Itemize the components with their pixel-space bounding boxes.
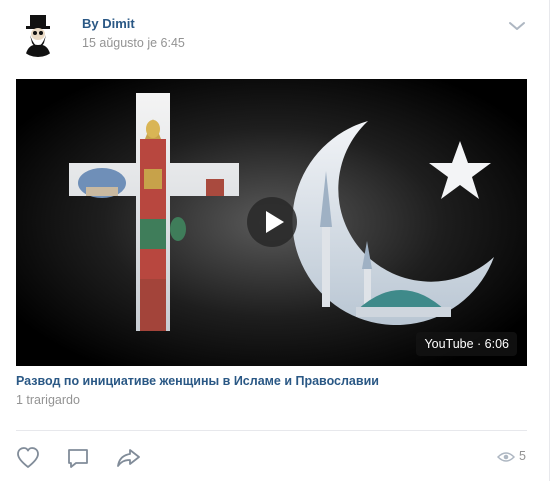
heart-icon [17, 447, 39, 468]
like-button[interactable] [14, 444, 42, 472]
divider [16, 430, 527, 431]
video-player[interactable]: YouTube · 6:06 [16, 79, 527, 366]
chevron-down-icon[interactable] [506, 18, 528, 34]
views-count: 5 [519, 449, 526, 463]
video-title-link[interactable]: Развод по инициативе женщины в Исламе и … [16, 374, 379, 388]
play-icon [266, 211, 284, 233]
comment-icon [68, 449, 88, 468]
share-button[interactable] [114, 444, 142, 472]
column-border [549, 0, 550, 481]
video-duration-badge: YouTube · 6:06 [416, 332, 517, 356]
comment-button[interactable] [64, 444, 92, 472]
play-button[interactable] [247, 197, 297, 247]
author-avatar[interactable] [16, 13, 60, 57]
eye-icon [496, 450, 516, 464]
share-icon [117, 449, 140, 467]
post-date[interactable]: 15 aŭgusto je 6:45 [82, 36, 185, 50]
avatar-image [16, 13, 60, 57]
author-name[interactable]: By Dimit [82, 16, 135, 31]
video-views-label: 1 trarigardo [16, 393, 80, 407]
wall-post: By Dimit 15 aŭgusto je 6:45 YouTube · 6:… [0, 0, 551, 481]
